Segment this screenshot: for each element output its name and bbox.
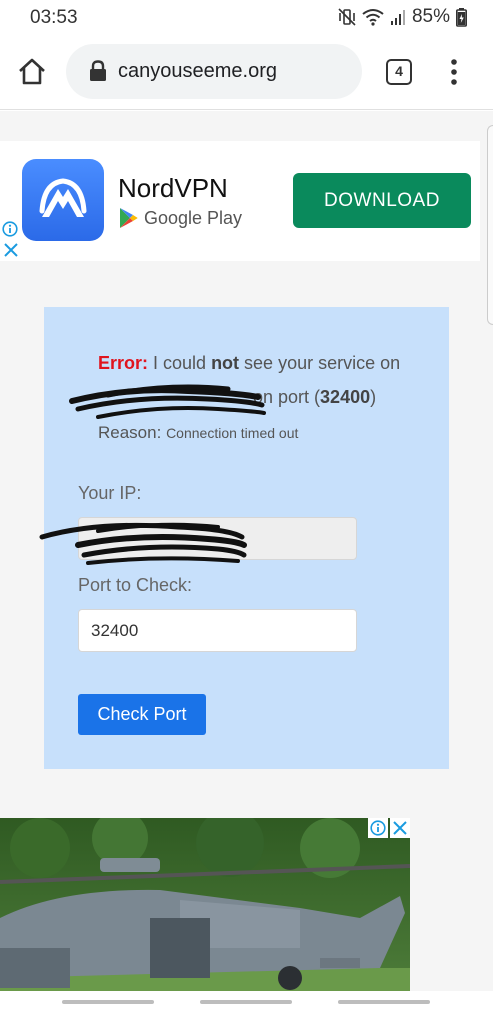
- your-ip-field[interactable]: [78, 517, 357, 560]
- port-check-panel: Error: I could not see your service on o…: [39, 307, 449, 769]
- overflow-menu-button[interactable]: [444, 56, 464, 88]
- store-name: Google Play: [144, 207, 243, 228]
- page-scrollbar[interactable]: [487, 125, 493, 325]
- status-time: 03:53: [30, 7, 78, 28]
- helicopter-ad-image: [0, 818, 410, 991]
- wifi-icon: [362, 9, 384, 26]
- reason-label: Reason:: [98, 423, 162, 442]
- error-text: I could: [148, 353, 212, 373]
- google-play-badge: Google Play: [118, 207, 242, 229]
- tab-switcher-button[interactable]: 4: [386, 59, 412, 85]
- ad-close-button[interactable]: [390, 818, 410, 838]
- home-icon: [19, 58, 45, 85]
- battery-charging-icon: [456, 7, 467, 27]
- check-port-button[interactable]: Check Port: [78, 694, 206, 735]
- signal-icon: [390, 10, 405, 25]
- reason-detail: Connection timed out: [166, 425, 299, 441]
- error-emphasis: not: [211, 353, 240, 373]
- url-text: canyouseeme.org: [118, 60, 277, 82]
- nav-recents[interactable]: [62, 1000, 154, 1004]
- error-label: Error:: [98, 353, 149, 373]
- checked-port: 32400: [320, 387, 371, 407]
- port-input[interactable]: 32400: [78, 609, 357, 652]
- address-bar[interactable]: canyouseeme.org: [66, 44, 362, 99]
- home-button[interactable]: [16, 56, 48, 88]
- ad-info-icon[interactable]: [2, 221, 18, 237]
- your-ip-label: Your IP:: [78, 483, 142, 503]
- nav-home[interactable]: [200, 1000, 292, 1004]
- browser-toolbar: canyouseeme.org 4: [0, 34, 493, 110]
- overflow-menu-icon: [451, 59, 457, 85]
- error-port-line: on port (32400): [98, 387, 376, 408]
- status-icons: 85%: [338, 6, 467, 28]
- nordvpn-app-icon[interactable]: [22, 159, 104, 241]
- nav-back[interactable]: [338, 1000, 430, 1004]
- ad-info-button[interactable]: [368, 818, 388, 838]
- image-ad[interactable]: [0, 818, 410, 991]
- error-message: Error: I could not see your service on: [98, 353, 400, 374]
- lock-icon: [90, 60, 106, 81]
- port-text-end: ): [370, 387, 377, 407]
- image-ad-controls: [368, 818, 410, 838]
- mute-vibrate-icon: [338, 8, 356, 26]
- ad-close-icon[interactable]: [4, 243, 18, 257]
- download-button[interactable]: DOWNLOAD: [293, 173, 471, 228]
- mountain-logo-icon: [39, 178, 87, 217]
- port-text: on port (: [248, 387, 321, 407]
- reason-line: Reason: Connection timed out: [98, 423, 298, 443]
- battery-percent: 85%: [411, 6, 450, 27]
- google-play-icon: [120, 208, 138, 228]
- error-text-end: see your service on: [239, 353, 401, 373]
- ad-close-icon: [393, 821, 407, 835]
- ad-info-icon: [370, 820, 386, 836]
- port-label: Port to Check:: [78, 575, 193, 595]
- app-install-ad[interactable]: NordVPN Google Play DOWNLOAD: [0, 141, 480, 261]
- ad-app-name: NordVPN: [118, 173, 228, 203]
- system-nav-bar: [0, 991, 493, 1014]
- status-bar: 03:53 85%: [0, 0, 493, 34]
- page-content: NordVPN Google Play DOWNLOAD Error: I co…: [0, 111, 493, 991]
